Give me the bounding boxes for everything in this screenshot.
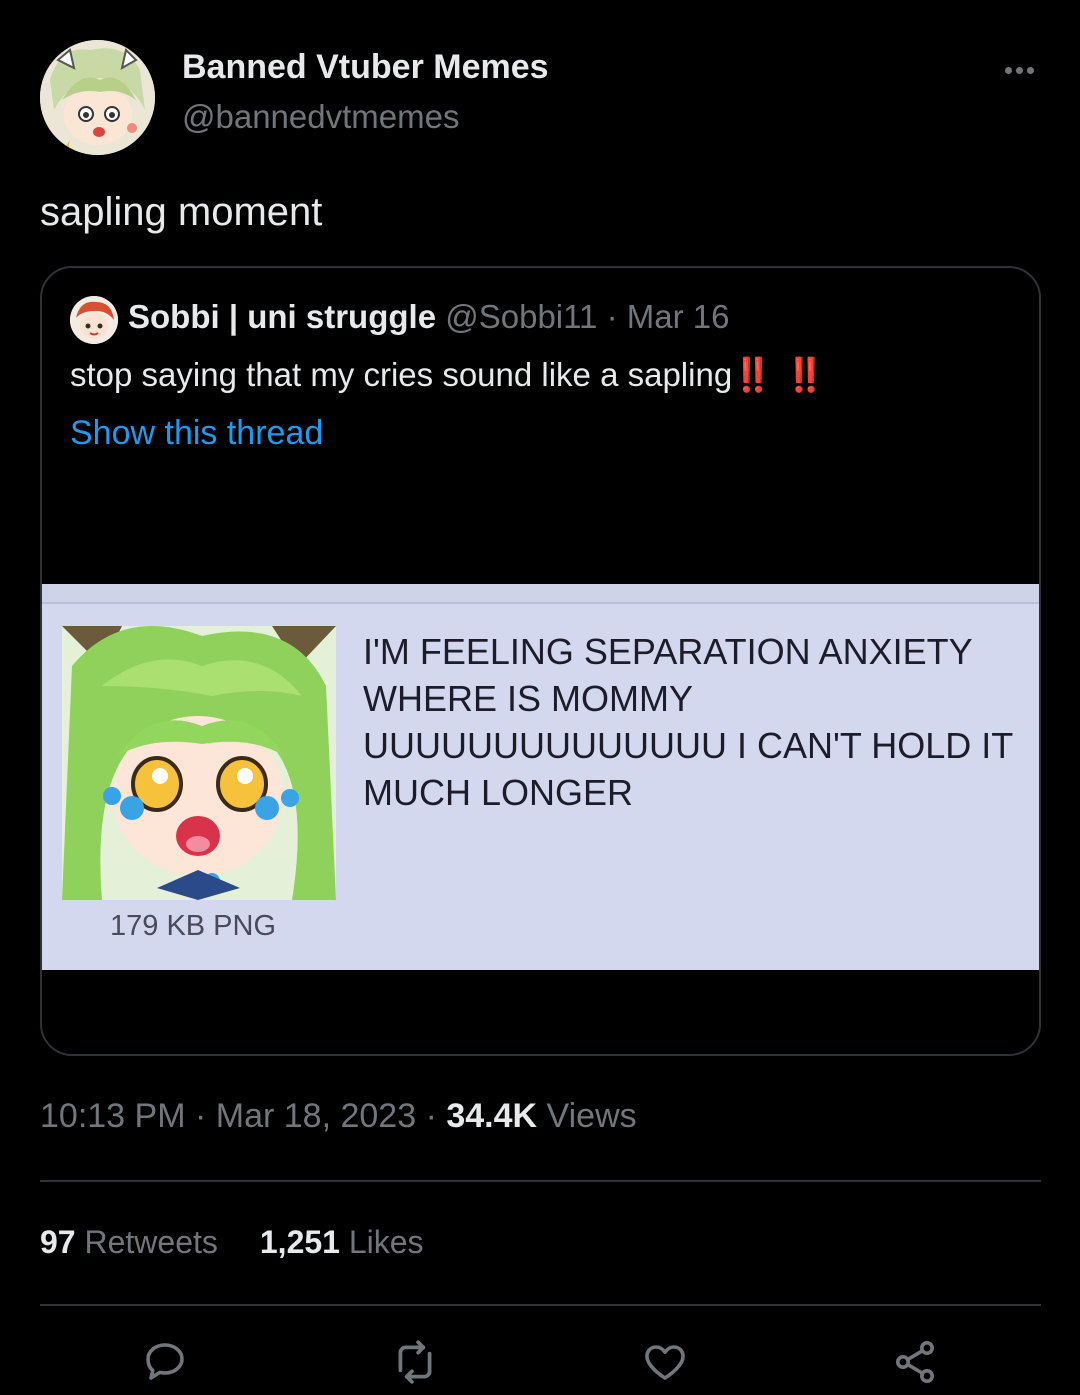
dot-icon — [1004, 66, 1012, 74]
quoted-avatar-illustration — [70, 296, 118, 344]
dot-icon — [1015, 66, 1023, 74]
author-name[interactable]: Banned Vtuber Memes — [182, 48, 549, 87]
engagement-stats: 97 Retweets 1,251 Likes — [40, 1224, 424, 1261]
reply-button[interactable] — [140, 1337, 190, 1387]
tweet-meta: 10:13 PM · Mar 18, 2023 · 34.4K Views — [40, 1097, 637, 1136]
tweet-time[interactable]: 10:13 PM — [40, 1097, 186, 1135]
tweet-detail: Banned Vtuber Memes @bannedvtmemes sapli… — [0, 0, 1080, 1395]
quoted-tweet-text: stop saying that my cries sound like a s… — [70, 356, 827, 395]
image-file-info: 179 KB PNG — [110, 910, 277, 942]
crying-character-thumbnail — [62, 626, 336, 900]
retweets-count: 97 — [40, 1224, 76, 1260]
views-count: 34.4K — [446, 1097, 538, 1135]
retweets-label: Retweets — [84, 1224, 218, 1260]
separator-dot: · — [606, 298, 618, 335]
reply-icon — [146, 1343, 184, 1380]
retweet-button[interactable] — [390, 1337, 440, 1387]
retweets-stat[interactable]: 97 Retweets — [40, 1224, 218, 1260]
dot-icon — [1026, 66, 1034, 74]
author-avatar[interactable] — [40, 40, 155, 155]
likes-count: 1,251 — [259, 1224, 340, 1260]
image-text: I'M FEELING SEPARATION ANXIETY WHERE IS … — [363, 631, 1013, 813]
quoted-tweet-image[interactable]: 179 KB PNG I'M FEELING SEPARATION ANXIET… — [42, 584, 1039, 970]
show-thread-link[interactable]: Show this thread — [70, 414, 323, 453]
divider — [40, 1180, 1041, 1182]
quoted-author-name[interactable]: Sobbi | uni struggle — [128, 298, 436, 335]
author-handle[interactable]: @bannedvtmemes — [182, 98, 459, 136]
heart-icon — [645, 1345, 685, 1380]
avatar-illustration — [40, 40, 155, 155]
views-label: Views — [546, 1097, 637, 1135]
like-button[interactable] — [640, 1337, 690, 1387]
quoted-tweet-date[interactable]: Mar 16 — [627, 298, 730, 335]
separator-dot: · — [194, 1097, 207, 1135]
quoted-tweet-body: stop saying that my cries sound like a s… — [70, 356, 733, 393]
tweet-text: sapling moment — [40, 190, 323, 234]
share-button[interactable] — [890, 1337, 940, 1387]
tweet-date[interactable]: Mar 18, 2023 — [216, 1097, 416, 1135]
likes-label: Likes — [348, 1224, 424, 1260]
more-options-button[interactable] — [996, 58, 1042, 82]
divider — [40, 1304, 1041, 1306]
separator-dot: · — [425, 1097, 437, 1135]
crying-character-illustration — [62, 626, 336, 900]
image-top-band — [42, 584, 1039, 604]
quoted-author-handle[interactable]: @Sobbi11 — [445, 298, 597, 335]
retweet-icon — [398, 1340, 432, 1384]
quoted-author-avatar[interactable] — [70, 296, 118, 344]
likes-stat[interactable]: 1,251 Likes — [260, 1224, 424, 1260]
quoted-tweet-header: Sobbi | uni struggle @Sobbi11 · Mar 16 — [128, 298, 729, 336]
action-bar — [0, 1337, 1080, 1387]
quoted-tweet-card[interactable]: Sobbi | uni struggle @Sobbi11 · Mar 16 s… — [40, 266, 1041, 1056]
share-icon — [896, 1341, 934, 1383]
double-exclamation-emoji: ‼️ ‼️ — [732, 356, 827, 393]
